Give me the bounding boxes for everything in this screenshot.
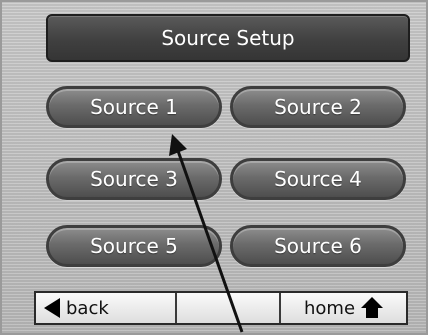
left-triangle-icon bbox=[44, 298, 60, 318]
source-1-button[interactable]: Source 1 bbox=[46, 86, 222, 128]
source-1-label: Source 1 bbox=[90, 95, 178, 119]
source-6-button[interactable]: Source 6 bbox=[230, 225, 406, 267]
back-label: back bbox=[66, 297, 109, 319]
empty-nav-slot bbox=[177, 293, 281, 323]
page-title-text: Source Setup bbox=[161, 26, 295, 50]
source-3-label: Source 3 bbox=[90, 167, 178, 191]
source-2-button[interactable]: Source 2 bbox=[230, 86, 406, 128]
source-3-button[interactable]: Source 3 bbox=[46, 158, 222, 200]
source-5-label: Source 5 bbox=[90, 234, 178, 258]
source-5-button[interactable]: Source 5 bbox=[46, 225, 222, 267]
source-2-label: Source 2 bbox=[274, 95, 362, 119]
home-label: home bbox=[303, 297, 356, 319]
source-4-label: Source 4 bbox=[274, 167, 362, 191]
page-title: Source Setup bbox=[46, 14, 410, 62]
home-button[interactable]: home bbox=[281, 293, 406, 323]
source-4-button[interactable]: Source 4 bbox=[230, 158, 406, 200]
source-6-label: Source 6 bbox=[274, 234, 362, 258]
bottom-nav-bar: back home bbox=[34, 291, 408, 325]
house-icon bbox=[361, 297, 384, 319]
back-button[interactable]: back bbox=[36, 293, 177, 323]
